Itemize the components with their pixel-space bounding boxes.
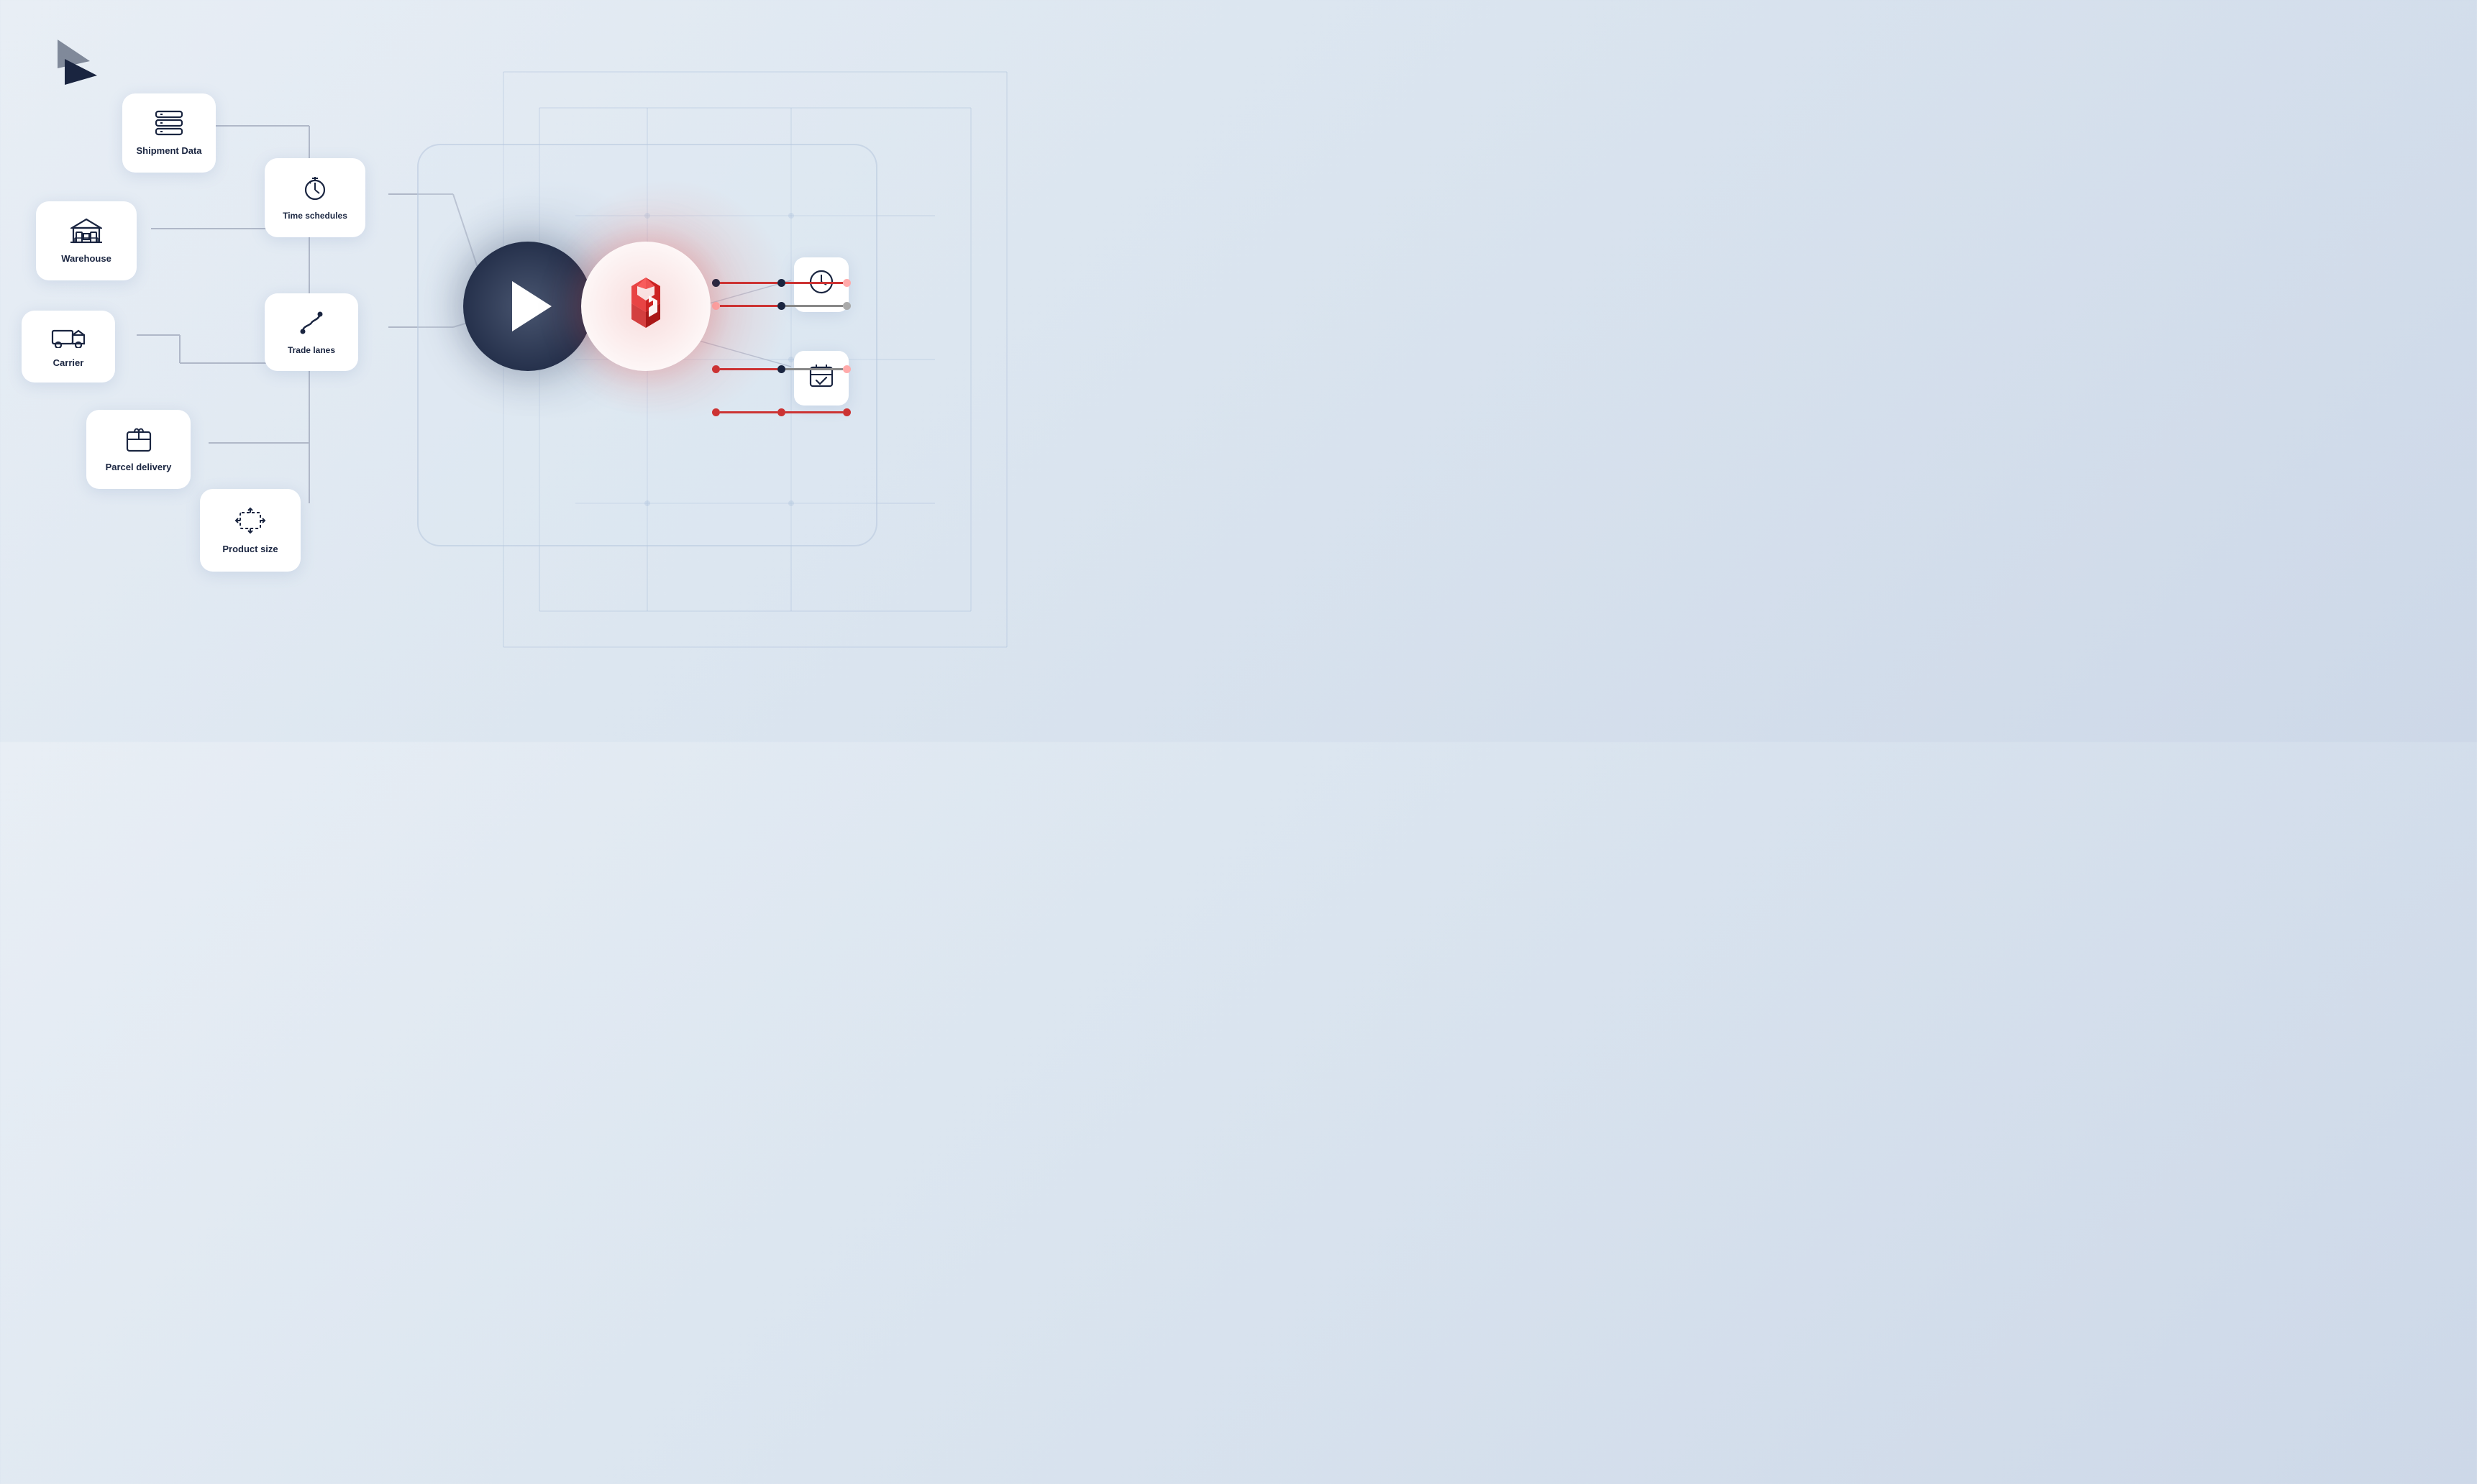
parcel-delivery-node: Parcel delivery bbox=[86, 410, 191, 489]
warehouse-label: Warehouse bbox=[61, 253, 111, 265]
trade-lanes-node: Trade lanes bbox=[265, 293, 358, 371]
product-size-node: Product size bbox=[200, 489, 301, 572]
output-line-1 bbox=[712, 279, 851, 287]
warehouse-icon bbox=[70, 218, 102, 247]
carrier-node: Carrier bbox=[22, 311, 115, 383]
parcel-icon bbox=[126, 426, 152, 456]
warehouse-node: Warehouse bbox=[36, 201, 137, 280]
trade-lanes-icon bbox=[298, 310, 324, 341]
calendar-output-node bbox=[794, 351, 849, 406]
parcel-delivery-label: Parcel delivery bbox=[106, 462, 172, 474]
output-line-4 bbox=[712, 408, 851, 416]
app-logo bbox=[43, 29, 108, 93]
time-schedules-node: Time schedules bbox=[265, 158, 365, 237]
output-line-2 bbox=[712, 302, 851, 310]
product-size-icon bbox=[234, 507, 266, 538]
shipment-data-node: Shipment Data bbox=[122, 93, 216, 173]
time-schedules-icon bbox=[302, 175, 328, 206]
carrier-icon bbox=[51, 325, 86, 352]
play-icon bbox=[512, 281, 552, 331]
time-schedules-label: Time schedules bbox=[283, 211, 347, 222]
shipment-data-icon bbox=[155, 110, 183, 139]
brand-logo-circle bbox=[581, 242, 711, 371]
carrier-label: Carrier bbox=[53, 357, 84, 370]
shipment-data-label: Shipment Data bbox=[136, 145, 201, 157]
output-line-3 bbox=[712, 365, 851, 373]
trade-lanes-label: Trade lanes bbox=[288, 345, 335, 357]
product-size-label: Product size bbox=[222, 544, 278, 556]
